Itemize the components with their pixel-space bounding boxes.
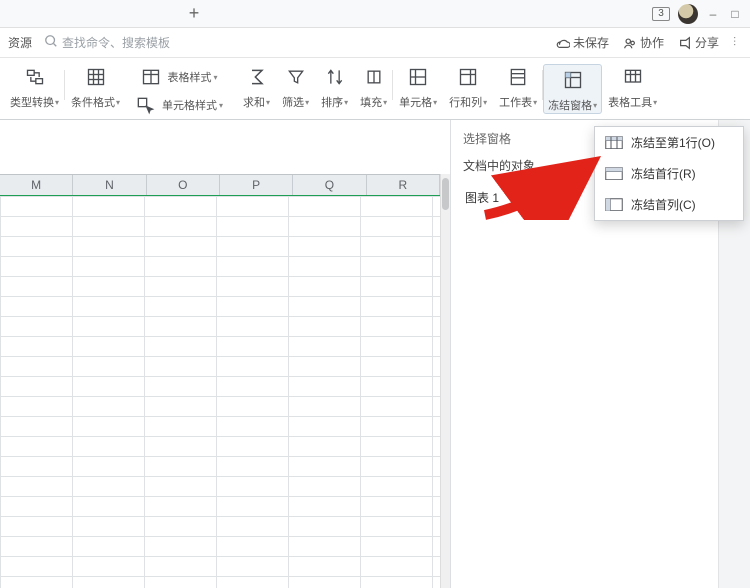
freeze-panes-button[interactable]: 冻结窗格▾	[543, 64, 602, 114]
more-icon[interactable]: ⫶	[733, 35, 736, 50]
col-O[interactable]: O	[147, 175, 220, 195]
table-style-icon	[138, 64, 164, 90]
new-tab-button[interactable]: +	[180, 3, 208, 25]
avatar[interactable]	[678, 4, 698, 24]
spreadsheet-grid[interactable]: M N O P Q R	[0, 120, 450, 588]
freeze-row1-icon	[605, 136, 623, 150]
col-M[interactable]: M	[0, 175, 73, 195]
cond-format-icon	[83, 64, 109, 90]
notification-badge[interactable]: 3	[652, 7, 670, 21]
minimize-button[interactable]: –	[706, 7, 720, 21]
col-P[interactable]: P	[220, 175, 293, 195]
cond-format-group[interactable]: 条件格式▾	[65, 64, 126, 110]
ribbon: 类型转换▾ 条件格式▾ 表格样式▾ 单元格样式▾ 求和▾ 筛选▾ 排序▾ 填充▾	[0, 58, 750, 120]
collab-button[interactable]: 协作	[623, 34, 664, 51]
selection-pane-title: 选择窗格	[463, 130, 511, 147]
freeze-panes-menu: 冻结至第1行(O) 冻结首行(R) 冻结首列(C)	[594, 126, 744, 221]
unsaved-indicator[interactable]: 未保存	[556, 34, 609, 51]
col-R[interactable]: R	[367, 175, 440, 195]
filter-group[interactable]: 筛选▾	[276, 64, 315, 110]
fill-icon	[361, 64, 387, 90]
table-style-group[interactable]: 表格样式▾ 单元格样式▾	[126, 64, 229, 118]
freeze-first-col-item[interactable]: 冻结首列(C)	[595, 189, 743, 220]
fill-group[interactable]: 填充▾	[354, 64, 393, 110]
freeze-first-row-item[interactable]: 冻结首行(R)	[595, 158, 743, 189]
type-convert-group[interactable]: 类型转换▾	[4, 64, 65, 110]
freeze-to-row1-item[interactable]: 冻结至第1行(O)	[595, 127, 743, 158]
cells-icon	[405, 64, 431, 90]
worksheet-group[interactable]: 工作表▾	[493, 64, 543, 110]
column-headers[interactable]: M N O P Q R	[0, 174, 440, 196]
search-placeholder: 查找命令、搜索模板	[62, 34, 170, 51]
menu-bar: 资源 查找命令、搜索模板 未保存 协作 分享 ⫶	[0, 28, 750, 58]
sort-group[interactable]: 排序▾	[315, 64, 354, 110]
table-tools-group[interactable]: 表格工具▾	[602, 64, 663, 110]
sum-group[interactable]: 求和▾	[237, 64, 276, 110]
command-search[interactable]: 查找命令、搜索模板	[44, 34, 170, 51]
maximize-button[interactable]: □	[728, 7, 742, 21]
freeze-firstcol-icon	[605, 198, 623, 212]
cells-group[interactable]: 单元格▾	[393, 64, 443, 110]
freeze-icon	[560, 67, 586, 93]
rowcol-icon	[455, 64, 481, 90]
worksheet-icon	[505, 64, 531, 90]
funnel-icon	[283, 64, 309, 90]
col-Q[interactable]: Q	[293, 175, 366, 195]
table-tools-icon	[620, 64, 646, 90]
share-button[interactable]: 分享	[678, 34, 719, 51]
rowcol-group[interactable]: 行和列▾	[443, 64, 493, 110]
title-bar: + 3 – □	[0, 0, 750, 28]
type-convert-icon	[22, 64, 48, 90]
cells-area[interactable]	[0, 196, 440, 588]
col-N[interactable]: N	[73, 175, 146, 195]
sigma-icon	[244, 64, 270, 90]
vertical-scrollbar[interactable]	[440, 174, 450, 588]
resources-tab[interactable]: 资源	[0, 34, 40, 51]
search-icon	[44, 34, 58, 51]
sort-icon	[322, 64, 348, 90]
cell-style-icon	[132, 92, 158, 118]
freeze-firstrow-icon	[605, 167, 623, 181]
